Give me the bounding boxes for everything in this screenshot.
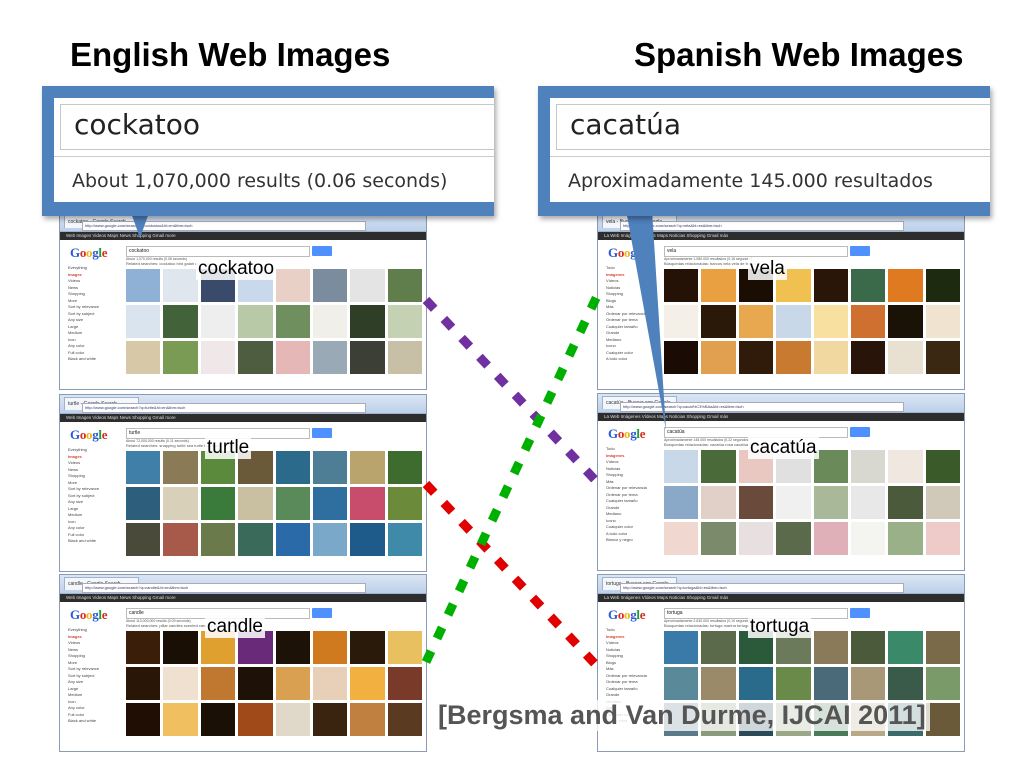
- callout-english-result-count: About 1,070,000 results (0.06 seconds): [72, 170, 448, 192]
- callout-spanish-result-count: Aproximadamente 145.000 resultados: [568, 170, 933, 192]
- link-cockatoo: [422, 296, 601, 486]
- callout-spanish-search-box: cacatúa: [550, 98, 990, 157]
- callout-english-search-box: cockatoo: [54, 98, 494, 157]
- callout-english: cockatoo About 1,070,000 results (0.06 s…: [42, 86, 494, 216]
- callout-spanish-query: cacatúa: [570, 108, 681, 141]
- citation: [Bergsma and Van Durme, IJCAI 2011]: [434, 700, 930, 731]
- link-turtle: [422, 480, 601, 670]
- callout-pointer-right: [626, 210, 666, 430]
- callout-english-query: cockatoo: [74, 108, 201, 141]
- link-candle: [421, 294, 602, 664]
- callout-spanish: cacatúa Aproximadamente 145.000 resultad…: [538, 86, 990, 216]
